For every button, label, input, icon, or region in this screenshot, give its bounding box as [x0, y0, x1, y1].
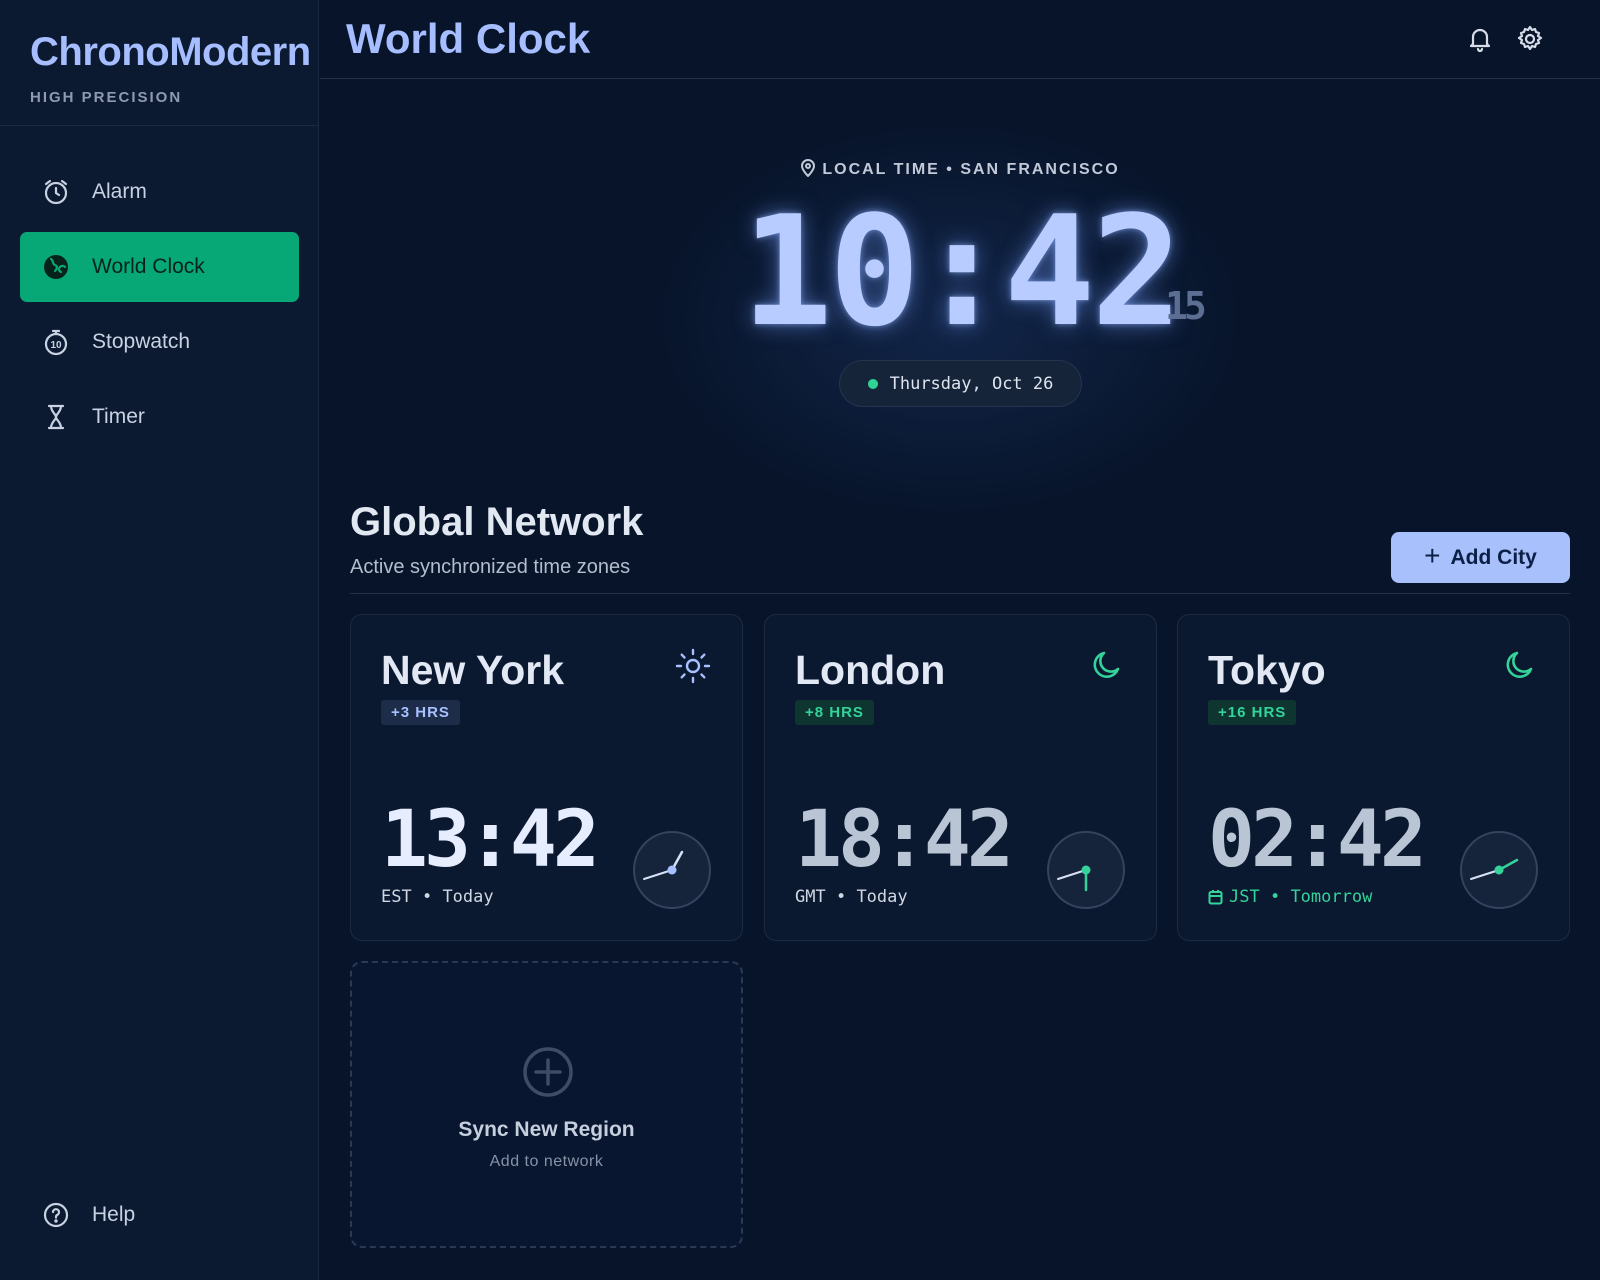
sidebar-item-stopwatch[interactable]: 10 Stopwatch: [20, 307, 299, 377]
analog-dial-icon: [633, 831, 711, 909]
sidebar-item-label: Stopwatch: [92, 330, 191, 353]
add-city-label: Add City: [1450, 545, 1537, 569]
zone-abbr: EST: [381, 887, 412, 907]
sidebar-item-world-clock[interactable]: World Clock: [20, 232, 299, 302]
analog-dial-icon: [1047, 831, 1125, 909]
city-card-new-york[interactable]: New York +3 HRS 13:42 EST • Today: [350, 614, 743, 941]
city-name: New York: [381, 647, 565, 693]
city-zone: EST • Today: [381, 887, 494, 907]
sun-icon: [675, 648, 711, 684]
zone-separator: •: [411, 887, 443, 907]
sync-subtitle: Add to network: [489, 1153, 604, 1170]
help-circle-icon: [42, 1201, 70, 1229]
sidebar: ChronoModern HIGH PRECISION Alarm World …: [0, 0, 319, 1280]
date-pill: Thursday, Oct 26: [839, 360, 1082, 407]
moon-icon: [1093, 651, 1120, 678]
sidebar-item-timer[interactable]: Timer: [20, 382, 299, 452]
sidebar-item-alarm[interactable]: Alarm: [20, 157, 299, 227]
zone-day: Today: [856, 887, 908, 907]
local-time-label: LOCAL TIME • SAN FRANCISCO: [320, 159, 1600, 179]
offset-badge: +3 HRS: [381, 700, 460, 725]
local-time: 10:42: [741, 183, 1183, 360]
city-name: London: [795, 647, 946, 693]
sidebar-item-label: Help: [92, 1203, 136, 1226]
page-title: World Clock: [346, 15, 591, 62]
gear-icon[interactable]: [1515, 24, 1545, 54]
city-card-tokyo[interactable]: Tokyo +16 HRS 02:42 JST • Tomorrow: [1177, 614, 1570, 941]
city-zone: GMT • Today: [795, 887, 908, 907]
zone-separator: •: [1259, 887, 1291, 907]
zone-day: Today: [442, 887, 494, 907]
offset-badge: +8 HRS: [795, 700, 874, 725]
sidebar-item-help[interactable]: Help: [20, 1180, 299, 1250]
moon-icon: [1506, 651, 1533, 678]
sidebar-help: Help: [20, 1180, 299, 1255]
status-dot: [867, 378, 878, 389]
sidebar-item-label: World Clock: [92, 255, 205, 278]
offset-badge: +16 HRS: [1208, 700, 1297, 725]
local-date: Thursday, Oct 26: [889, 373, 1054, 394]
brand: ChronoModern HIGH PRECISION: [0, 0, 318, 126]
city-zone: JST • Tomorrow: [1208, 887, 1372, 907]
local-seconds: 15: [1165, 284, 1207, 328]
local-time-hero: LOCAL TIME • SAN FRANCISCO 10:42 15 Thur…: [320, 79, 1600, 519]
zone-day: Tomorrow: [1290, 887, 1373, 907]
city-time: 02:42: [1208, 795, 1427, 885]
plus-circle-icon: [523, 1047, 573, 1097]
plus-icon: +: [1424, 540, 1441, 571]
sync-title: Sync New Region: [458, 1118, 635, 1141]
global-network-header: Global Network Active synchronized time …: [350, 500, 1570, 594]
location-pin-icon: [801, 159, 816, 178]
sidebar-item-label: Alarm: [92, 180, 147, 203]
svg-text:10: 10: [50, 340, 62, 351]
zone-separator: •: [825, 887, 857, 907]
top-bar: World Clock: [320, 0, 1600, 79]
globe-icon: [42, 253, 70, 281]
sidebar-item-label: Timer: [92, 405, 145, 428]
zone-abbr: GMT: [795, 887, 826, 907]
local-time-label-text: LOCAL TIME • SAN FRANCISCO: [822, 161, 1120, 178]
city-time: 13:42: [381, 795, 600, 885]
city-card-london[interactable]: London +8 HRS 18:42 GMT • Today: [764, 614, 1157, 941]
section-title: Global Network: [350, 500, 644, 544]
alarm-clock-icon: [42, 178, 70, 206]
stopwatch-icon: 10: [42, 328, 70, 356]
brand-title: ChronoModern: [30, 30, 311, 74]
city-name: Tokyo: [1208, 647, 1326, 693]
hourglass-icon: [42, 403, 70, 431]
calendar-icon: [1208, 890, 1223, 905]
add-city-button[interactable]: + Add City: [1391, 532, 1570, 583]
bell-icon[interactable]: [1465, 24, 1495, 54]
section-subtitle: Active synchronized time zones: [350, 556, 631, 578]
zone-abbr: JST: [1229, 887, 1260, 907]
analog-dial-icon: [1460, 831, 1538, 909]
sync-new-region-card[interactable]: Sync New Region Add to network: [350, 961, 743, 1248]
sidebar-nav: Alarm World Clock 10 Stopwatch Timer: [20, 157, 299, 457]
brand-subtitle: HIGH PRECISION: [30, 89, 183, 106]
city-time: 18:42: [795, 795, 1014, 885]
